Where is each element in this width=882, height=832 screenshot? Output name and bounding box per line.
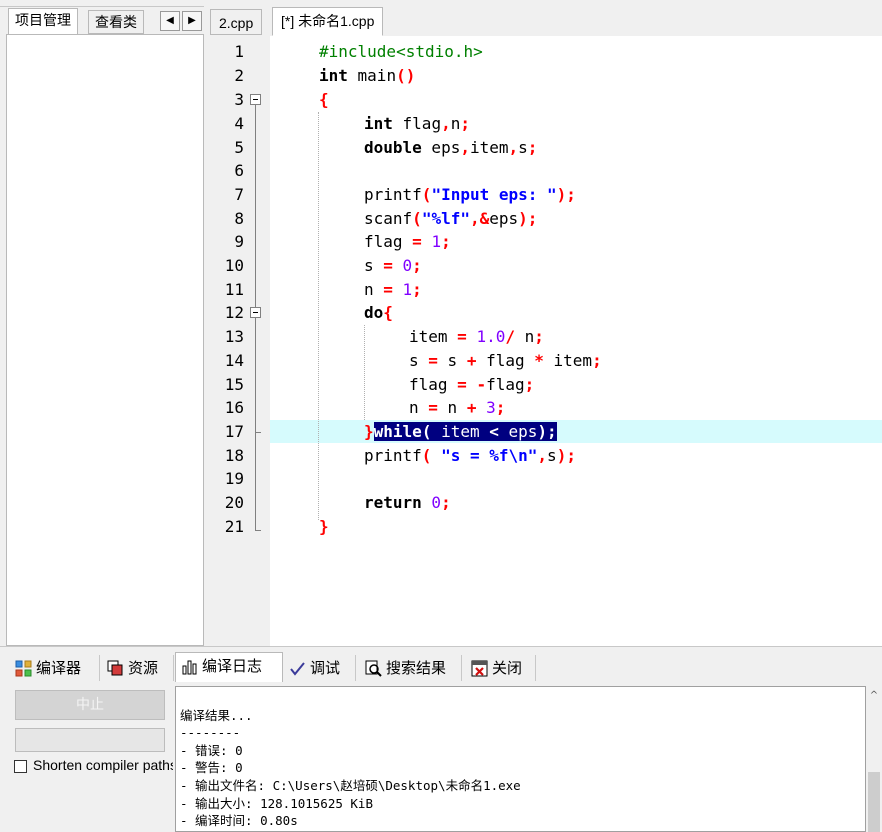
tab-label: 编译器 (36, 659, 82, 677)
bar-chart-icon (182, 660, 197, 675)
line-number: 3 (234, 90, 244, 109)
current-line-highlight (270, 420, 882, 443)
fold-collapse-icon[interactable] (250, 94, 261, 105)
tab-resources[interactable]: 资源 (102, 655, 174, 681)
line-number: 6 (234, 161, 244, 180)
line-number: 10 (224, 256, 244, 275)
triangle-right-icon: ▶ (188, 15, 196, 26)
log-line: - 输出文件名: C:\Users\赵培硕\Desktop\未命名1.exe (180, 778, 521, 793)
code-line: int main() (319, 66, 416, 85)
fold-line (255, 105, 256, 308)
code-line: #include<stdio.h> (319, 42, 483, 61)
tab-debug[interactable]: 调试 (284, 655, 356, 681)
checkmark-icon (290, 662, 305, 676)
log-line: - 输出大小: 128.1015625 KiB (180, 796, 373, 811)
line-number: 12 (224, 303, 244, 322)
bottom-panel-tabs: 编译器 资源 编译日志 调试 搜索结果 关闭 (0, 646, 882, 685)
shorten-paths-label[interactable]: Shorten compiler paths (33, 757, 173, 773)
fold-end-tick (255, 432, 261, 433)
line-number: 11 (224, 280, 244, 299)
line-number: 15 (224, 375, 244, 394)
tab-close[interactable]: 关闭 (466, 655, 536, 681)
selected-text[interactable]: while( item < eps); (373, 422, 557, 441)
code-line: s = s + flag * item; (409, 351, 602, 370)
editor-tab-bar: 2.cpp [*] 未命名1.cpp (210, 6, 882, 36)
panel-splitter[interactable] (204, 6, 210, 646)
code-line: int flag,n; (364, 114, 470, 133)
magnifier-icon (365, 660, 382, 677)
line-number: 19 (224, 469, 244, 488)
tab-label: 搜索结果 (386, 659, 447, 677)
line-number: 2 (234, 66, 244, 85)
project-tree-panel[interactable] (6, 34, 204, 646)
line-number: 5 (234, 138, 244, 157)
fold-collapse-icon[interactable] (250, 307, 261, 318)
code-line: printf("Input eps: "); (364, 185, 576, 204)
code-line: flag = 1; (364, 232, 451, 251)
line-number: 21 (224, 517, 244, 536)
line-number: 4 (234, 114, 244, 133)
tab-project-manager[interactable]: 项目管理 (8, 8, 78, 35)
log-line: -------- (180, 725, 241, 740)
tab-compile-log[interactable]: 编译日志 (175, 652, 283, 682)
triangle-left-icon: ◀ (166, 15, 174, 26)
code-line: item = 1.0/ n; (409, 327, 544, 346)
line-number: 1 (234, 42, 244, 61)
log-line: - 错误: 0 (180, 743, 243, 758)
line-number: 18 (224, 446, 244, 465)
code-line: n = n + 3; (409, 398, 506, 417)
log-line: - 编译时间: 0.80s (180, 813, 298, 828)
compile-progress-bar (15, 728, 165, 752)
line-number: 9 (234, 232, 244, 251)
code-line: flag = -flag; (409, 375, 535, 394)
log-line: 编译结果... (180, 708, 253, 723)
tab-class-browser[interactable]: 查看类 (88, 10, 144, 34)
line-number: 17 (224, 422, 244, 441)
line-number: 7 (234, 185, 244, 204)
shorten-paths-checkbox[interactable] (14, 760, 27, 773)
log-line: - 警告: 0 (180, 760, 243, 775)
resources-icon (107, 660, 123, 676)
editor-tab-untitled1[interactable]: [*] 未命名1.cpp (272, 7, 384, 36)
tab-search-results[interactable]: 搜索结果 (360, 655, 462, 681)
indent-guide (318, 112, 319, 520)
code-editor[interactable] (212, 36, 882, 646)
code-line: } (319, 517, 329, 536)
indent-guide (364, 325, 365, 420)
code-line: { (319, 90, 329, 109)
close-window-icon (471, 660, 488, 677)
stop-compile-button[interactable]: 中止 (15, 690, 165, 720)
code-line: do{ (364, 303, 393, 322)
left-panel-tabs: 项目管理 查看类 ◀ ▶ (0, 6, 210, 35)
tab-scroll-left-button[interactable]: ◀ (160, 11, 180, 31)
line-number: 16 (224, 398, 244, 417)
line-number: 13 (224, 327, 244, 346)
tab-label: 关闭 (492, 659, 523, 677)
code-line: n = 1; (364, 280, 422, 299)
line-number: 14 (224, 351, 244, 370)
code-line: printf( "s = %f\n",s); (364, 446, 576, 465)
line-number: 8 (234, 209, 244, 228)
scroll-up-arrow-icon[interactable]: ^ (868, 690, 880, 702)
tab-compiler[interactable]: 编译器 (10, 655, 100, 681)
fold-line (255, 318, 256, 531)
line-number: 20 (224, 493, 244, 512)
fold-end-tick (255, 530, 261, 531)
tab-label: 调试 (310, 659, 341, 677)
grid-icon (15, 660, 32, 677)
tab-scroll-right-button[interactable]: ▶ (182, 11, 202, 31)
code-line: return 0; (364, 493, 451, 512)
code-line: double eps,item,s; (364, 138, 538, 157)
code-line-current: }while( item < eps); (364, 422, 557, 441)
tab-label: 编译日志 (202, 657, 263, 675)
code-line: s = 0; (364, 256, 422, 275)
tab-label: 资源 (128, 659, 159, 677)
code-line: scanf("%lf",&eps); (364, 209, 538, 228)
editor-tab-2cpp[interactable]: 2.cpp (210, 9, 263, 35)
scrollbar-thumb[interactable] (868, 772, 880, 832)
